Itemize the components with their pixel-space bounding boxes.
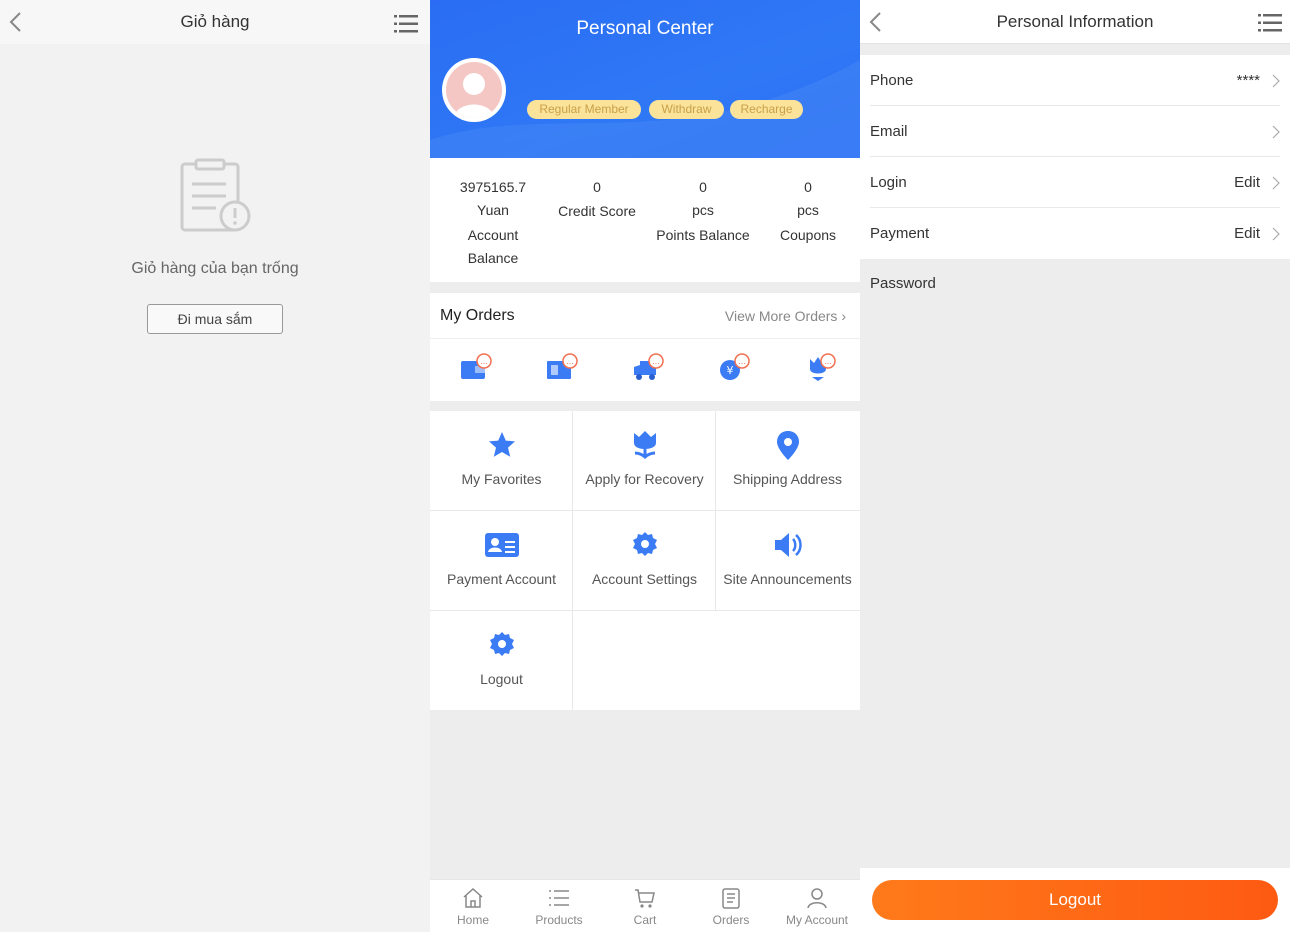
gear-icon	[490, 632, 514, 656]
points-balance-stat[interactable]: 0 pcs Points Balance	[650, 176, 756, 247]
page-title: Giỏ hàng	[180, 12, 250, 31]
personal-info-header: Personal Information	[860, 0, 1290, 44]
account-balance-stat[interactable]: 3975165.7 Yuan Account Balance	[440, 176, 546, 270]
view-more-orders-link[interactable]: View More Orders ›	[725, 308, 846, 324]
chevron-right-icon	[1272, 125, 1280, 139]
svg-text:…: …	[824, 357, 832, 366]
profile-header: Personal Center Regular Member Withdraw …	[430, 0, 860, 158]
svg-text:…: …	[738, 357, 746, 366]
page-title: Personal Center	[576, 18, 714, 39]
logout-button[interactable]: Logout	[872, 880, 1278, 920]
menu-item-payment-account[interactable]: Payment Account	[430, 511, 573, 611]
svg-text:…: …	[652, 357, 660, 366]
login-password-row[interactable]: Login Edit	[870, 157, 1280, 208]
page-title: Personal Information	[996, 12, 1154, 31]
user-icon	[807, 888, 827, 909]
feature-menu-grid: My Favorites Apply for Recovery Shipping…	[430, 411, 860, 710]
tab-cart[interactable]: Cart	[602, 880, 688, 932]
id-card-icon	[485, 533, 519, 557]
delivery-truck-icon[interactable]: …	[632, 353, 668, 383]
tab-orders[interactable]: Orders	[688, 880, 774, 932]
cart-icon	[635, 889, 655, 908]
home-icon	[463, 887, 483, 908]
clipboard-icon	[722, 888, 740, 909]
chevron-right-icon	[1272, 227, 1280, 241]
after-sale-tulip-icon[interactable]: …	[804, 353, 840, 383]
bottom-tab-bar: Home Products Cart Orders My Account	[430, 879, 860, 932]
speaker-icon	[775, 533, 802, 557]
user-silhouette-icon	[454, 73, 494, 118]
cart-panel: Giỏ hàng Giỏ hàng của bạn trống Đi mua s…	[0, 0, 430, 932]
coupons-stat[interactable]: 0 pcs Coupons	[755, 176, 860, 247]
menu-list-icon[interactable]	[394, 14, 418, 34]
menu-list-icon[interactable]	[1258, 13, 1282, 33]
menu-item-my-favorites[interactable]: My Favorites	[430, 411, 573, 511]
password-label: Password	[870, 275, 936, 292]
phone-row[interactable]: Phone ****	[870, 55, 1280, 106]
cart-header: Giỏ hàng	[0, 0, 430, 44]
menu-item-site-announcements[interactable]: Site Announcements	[716, 511, 859, 611]
menu-item-account-settings[interactable]: Account Settings	[573, 511, 716, 611]
payment-password-row[interactable]: Payment Edit	[870, 208, 1280, 259]
account-stats: 3975165.7 Yuan Account Balance 0 Credit …	[430, 158, 860, 282]
personal-information-panel: Personal Information Phone **** Email Lo…	[860, 0, 1290, 932]
tulip-icon	[634, 431, 656, 460]
edit-login-link[interactable]: Edit	[1234, 174, 1260, 191]
pending-payment-icon[interactable]: …	[460, 353, 496, 383]
chevron-right-icon	[1272, 176, 1280, 190]
edit-payment-link[interactable]: Edit	[1234, 225, 1260, 242]
svg-text:¥: ¥	[727, 364, 734, 377]
recharge-button[interactable]: Recharge	[730, 100, 803, 119]
chevron-right-icon	[1272, 74, 1280, 88]
my-orders-section: My Orders View More Orders › … … … ¥ … …	[430, 293, 860, 401]
refund-yuan-icon[interactable]: ¥ …	[716, 353, 752, 383]
regular-member-badge: Regular Member	[527, 100, 641, 119]
star-icon	[489, 432, 515, 457]
pending-shipment-icon[interactable]: …	[546, 353, 582, 383]
tab-products[interactable]: Products	[516, 880, 602, 932]
personal-center-panel: Personal Center Regular Member Withdraw …	[430, 0, 860, 932]
empty-cart-clipboard-icon	[180, 158, 251, 232]
my-orders-label: My Orders	[440, 307, 515, 324]
go-shopping-button[interactable]: Đi mua sắm	[147, 304, 283, 334]
list-icon	[549, 890, 569, 906]
tab-my-account[interactable]: My Account	[774, 880, 860, 932]
avatar[interactable]	[442, 58, 506, 122]
svg-text:…: …	[480, 357, 488, 366]
chevron-right-icon: ›	[841, 308, 846, 324]
logout-area: Logout	[860, 868, 1290, 932]
tab-home[interactable]: Home	[430, 880, 516, 932]
menu-item-shipping-address[interactable]: Shipping Address	[716, 411, 859, 511]
withdraw-button[interactable]: Withdraw	[649, 100, 724, 119]
gear-icon	[633, 532, 657, 556]
menu-item-logout[interactable]: Logout	[430, 611, 573, 711]
menu-item-apply-for-recovery[interactable]: Apply for Recovery	[573, 411, 716, 511]
empty-cart-message: Giỏ hàng của bạn trống	[131, 260, 299, 277]
email-row[interactable]: Email	[870, 106, 1280, 157]
svg-text:…: …	[566, 357, 574, 366]
location-pin-icon	[777, 431, 799, 460]
personal-info-list: Phone **** Email Login Edit Payment Edit	[860, 55, 1290, 259]
credit-score-stat[interactable]: 0 Credit Score	[544, 176, 650, 223]
